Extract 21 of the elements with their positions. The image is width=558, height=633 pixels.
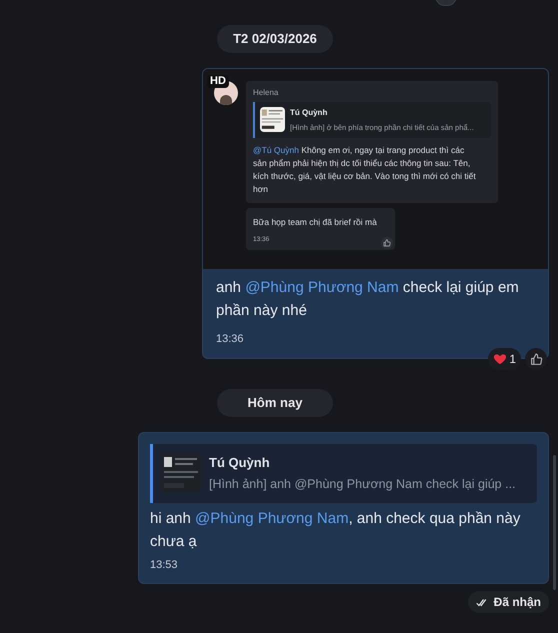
quote-text: [Hình ảnh] anh @Phùng Phương Nam check lại giúp ... [209,476,516,493]
quote-author: Tú Quỳnh [209,454,271,472]
thumbs-up-icon [530,352,542,366]
like-button[interactable] [525,348,547,370]
message-time: 13:36 [216,332,245,346]
hd-badge: HD [207,74,229,88]
message-text: @Tú Quỳnh Không em ơi, ngay tại trang product thì các sản phẩm phải hiện thị dc tối thiểu các thông tin sau: Tên, kích thước, giá, vật liệu cơ bản. Vào tong thì mới có chi tiết hơn [253,144,477,196]
message-text: hi anh @Phùng Phương Nam, anh check qua phần này chưa ạ [150,508,522,552]
sender-name: Helena [253,86,280,98]
message-text: anh @Phùng Phương Nam check lại giúp em phần này nhé [216,278,520,320]
message-time: 13:53 [150,558,179,573]
like-button[interactable] [381,237,393,250]
date-separator: Hôm nay [217,389,333,416]
quote-author: Tú Quỳnh [290,106,328,118]
double-check-icon [476,598,488,607]
thumbs-up-icon [383,239,391,248]
message-text: Bữa họp team chị đã brief rồi mà [253,216,378,228]
reaction-badge[interactable]: 1 [488,348,521,370]
heart-icon [493,352,508,366]
delivery-status: Đã nhận [468,591,549,614]
date-separator: T2 02/03/2026 [217,25,333,52]
